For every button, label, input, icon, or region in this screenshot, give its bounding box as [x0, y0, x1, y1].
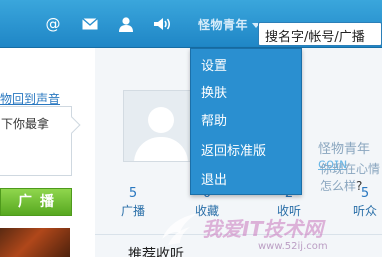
user-icon[interactable]	[115, 14, 137, 34]
menu-item-settings[interactable]: 设置	[191, 55, 301, 79]
volume-icon[interactable]	[151, 14, 173, 34]
avatar-head	[148, 107, 174, 133]
menu-item-help[interactable]: 帮助	[191, 110, 301, 134]
avatar[interactable]	[123, 90, 195, 162]
stat-label: 广播	[120, 204, 145, 218]
sound-link[interactable]: 物回到声音	[0, 90, 60, 107]
thumbnail-image[interactable]	[0, 228, 70, 257]
stat-broadcast[interactable]: 5 广播	[103, 186, 163, 219]
divider	[95, 234, 382, 235]
user-dropdown-menu: 设置 换肤 帮助 返回标准版 退出	[190, 48, 302, 195]
compose-box[interactable]: 下你最拿	[0, 106, 81, 176]
stat-number: 5	[128, 186, 138, 201]
top-navigation-bar: @ 怪物青年 搜名字/帐号/广播	[0, 0, 382, 48]
menu-item-skin[interactable]: 换肤	[191, 82, 301, 106]
stat-number: 5	[360, 186, 370, 201]
left-column: 物回到声音 下你最拿 广播	[0, 48, 95, 257]
avatar-body	[134, 137, 188, 161]
username-label: 怪物青年	[198, 18, 249, 32]
mail-icon[interactable]	[79, 14, 101, 34]
at-icon[interactable]: @	[42, 14, 64, 34]
bubble-arrow	[63, 116, 81, 134]
stat-label: 收听	[276, 204, 301, 218]
stat-label: 听众	[352, 204, 377, 218]
search-input[interactable]: 搜名字/帐号/广播	[258, 22, 382, 46]
stat-followers[interactable]: 5 听众	[335, 186, 382, 219]
profile-name-text: 怪物青年	[318, 142, 371, 157]
broadcast-button[interactable]: 广播	[0, 188, 72, 216]
compose-text: 下你最拿	[1, 117, 50, 131]
username-menu-trigger[interactable]: 怪物青年	[198, 16, 261, 33]
stat-label: 收藏	[194, 204, 219, 218]
recommend-title: 推荐收听	[128, 247, 184, 257]
menu-item-standard-version[interactable]: 返回标准版	[191, 140, 301, 164]
menu-item-logout[interactable]: 退出	[191, 169, 301, 193]
